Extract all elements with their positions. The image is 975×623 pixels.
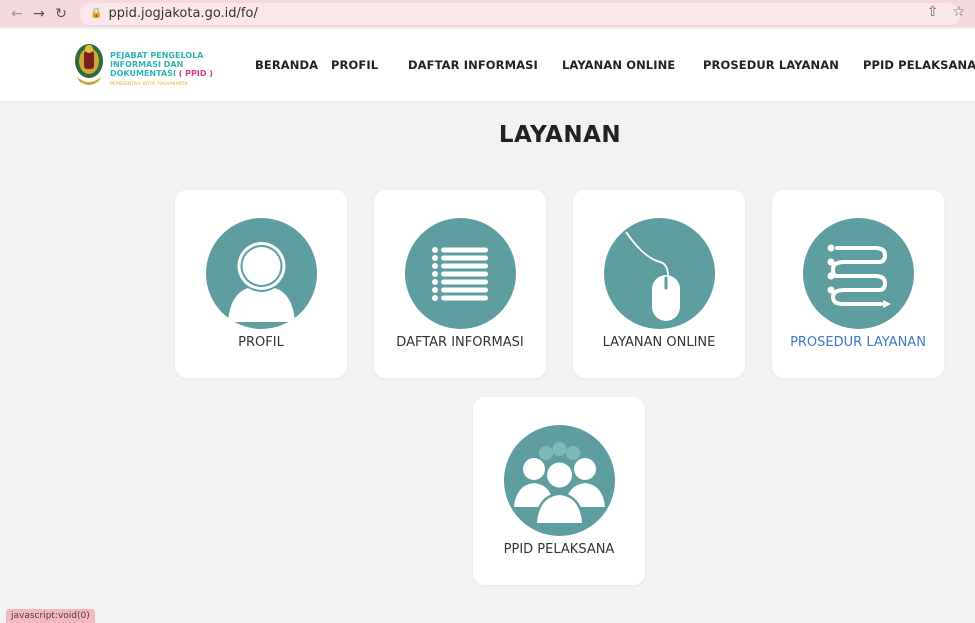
lock-icon: 🔒 (90, 8, 103, 19)
url-text: ppid.jogjakota.go.id/fo/ (108, 6, 258, 21)
city-emblem-icon[interactable] (73, 41, 105, 89)
card-label: LAYANAN ONLINE (602, 335, 716, 350)
browser-toolbar: ← → ↻ 🔒 ppid.jogjakota.go.id/fo/ ⇧ ☆ (0, 0, 975, 27)
logo-line-3-main: DOKUMENTASI (110, 69, 179, 78)
card-ppid-pelaksana[interactable]: PPID PELAKSANA (473, 397, 645, 585)
logo-subtitle: PEMERINTAH KOTA YOGYAKARTA (110, 82, 188, 87)
site-logo-text[interactable]: PEJABAT PENGELOLA INFORMASI DAN DOKUMENT… (110, 51, 213, 89)
nav-ppid-pelaksana[interactable]: PPID PELAKSANA (863, 58, 975, 72)
procedure-icon (803, 218, 914, 329)
card-layanan-online[interactable]: LAYANAN ONLINE (573, 190, 745, 378)
star-icon[interactable]: ☆ (952, 4, 965, 20)
address-bar[interactable]: 🔒 ppid.jogjakota.go.id/fo/ (80, 2, 960, 25)
site-header: PEJABAT PENGELOLA INFORMASI DAN DOKUMENT… (0, 29, 975, 101)
nav-layanan-online[interactable]: LAYANAN ONLINE (562, 58, 675, 72)
card-profil[interactable]: PROFIL (175, 190, 347, 378)
card-label: PROSEDUR LAYANAN (790, 335, 926, 350)
person-icon (206, 218, 317, 329)
nav-profil[interactable]: PROFIL (331, 58, 378, 72)
share-icon[interactable]: ⇧ (927, 4, 939, 20)
card-prosedur-layanan[interactable]: PROSEDUR LAYANAN (772, 190, 944, 378)
card-label: PPID PELAKSANA (503, 542, 615, 557)
mouse-icon (604, 218, 715, 329)
page-title: LAYANAN (498, 122, 622, 148)
nav-prosedur-layanan[interactable]: PROSEDUR LAYANAN (703, 58, 839, 72)
nav-daftar-informasi[interactable]: DAFTAR INFORMASI (408, 58, 538, 72)
logo-line-2: INFORMASI DAN (110, 60, 184, 69)
reload-icon[interactable]: ↻ (50, 6, 72, 22)
card-daftar-informasi[interactable]: DAFTAR INFORMASI (374, 190, 546, 378)
card-label: PROFIL (238, 335, 284, 350)
arrow-right-icon[interactable]: → (28, 6, 50, 22)
arrow-left-icon[interactable]: ← (6, 6, 28, 22)
logo-line-3: DOKUMENTASI ( PPID ) (110, 69, 213, 78)
nav-beranda[interactable]: BERANDA (255, 58, 318, 72)
logo-ppid: ( PPID ) (178, 69, 213, 78)
list-icon (405, 218, 516, 329)
card-label: DAFTAR INFORMASI (396, 335, 524, 350)
logo-line-1: PEJABAT PENGELOLA (110, 51, 204, 60)
group-icon (504, 425, 615, 536)
status-bar-url: javascript:void(0) (6, 609, 95, 623)
